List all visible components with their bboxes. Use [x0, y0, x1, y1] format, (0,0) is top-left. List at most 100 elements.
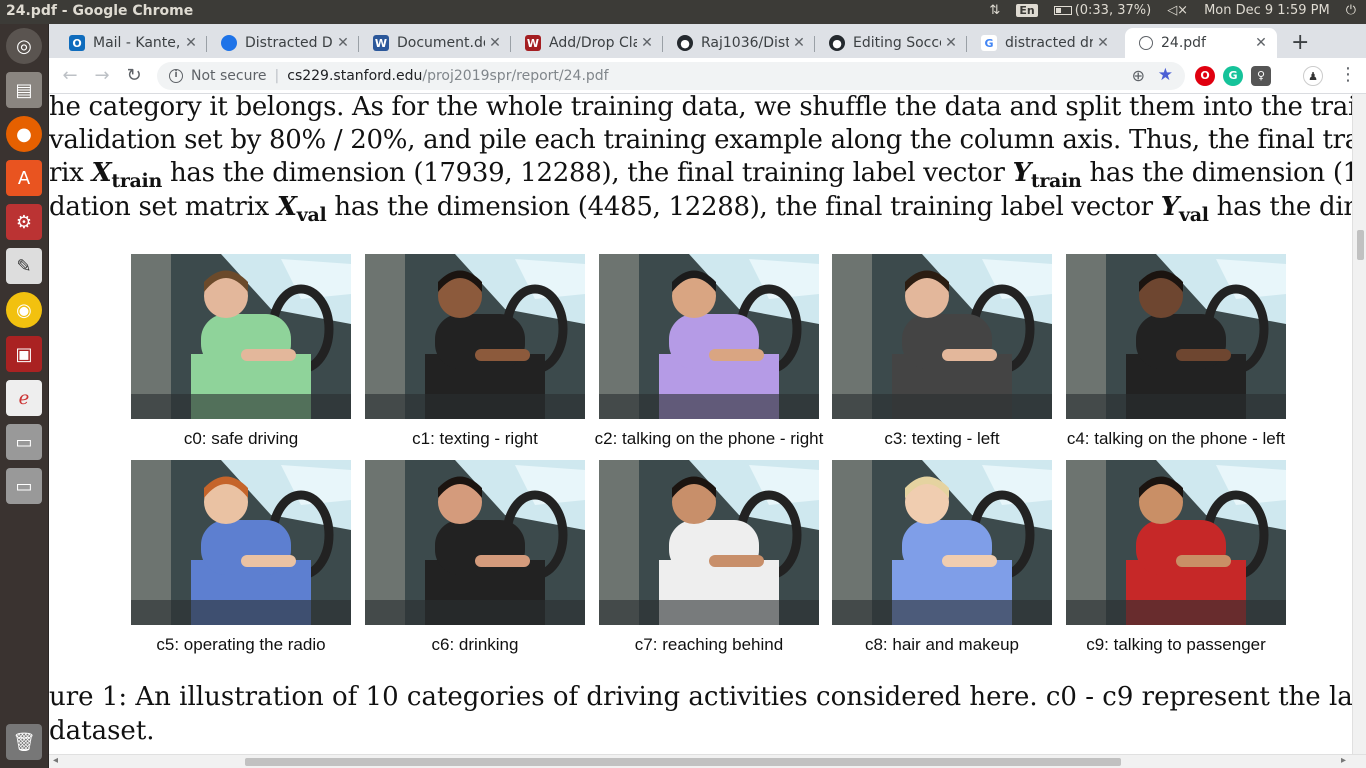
tab-distracted-driver[interactable]: Distracted Dr ✕ — [207, 28, 359, 58]
figure-label-c1: c1: texting - right — [412, 429, 538, 448]
scroll-right-arrow-icon[interactable]: ▸ — [1341, 755, 1346, 766]
profile-avatar-icon[interactable]: ♟ — [1303, 66, 1323, 86]
close-icon[interactable]: ✕ — [333, 35, 353, 51]
window-title: 24.pdf - Google Chrome — [6, 3, 194, 19]
settings-icon[interactable]: ⚙ — [6, 204, 42, 240]
figure-label-c8: c8: hair and makeup — [864, 635, 1020, 654]
adblock-icon[interactable]: O — [1195, 66, 1215, 86]
battery-text: (0:33, 37%) — [1074, 3, 1152, 18]
bookmark-star-icon[interactable]: ★ — [1158, 65, 1173, 85]
figure-image-c6 — [365, 460, 585, 625]
divider: | — [274, 68, 280, 84]
figure-label-c4: c4: talking on the phone - left — [1066, 429, 1286, 448]
pdf-viewer[interactable]: he category it belongs. As for the whole… — [49, 94, 1352, 754]
w-icon: W — [525, 35, 541, 51]
google-icon: G — [981, 35, 997, 51]
close-icon[interactable]: ✕ — [941, 35, 961, 51]
figure-label-c6: c6: drinking — [431, 635, 519, 654]
scroll-thumb[interactable] — [245, 758, 1121, 766]
tab-document[interactable]: W Document.do ✕ — [359, 28, 511, 58]
tab-label: Distracted Dr — [245, 35, 333, 51]
close-icon[interactable]: ✕ — [1093, 35, 1113, 51]
figure-image-c0 — [131, 254, 351, 419]
address-bar[interactable]: i Not secure | cs229.stanford.edu/proj20… — [157, 62, 1185, 90]
battery-indicator[interactable]: (0:33, 37%) — [1053, 3, 1152, 18]
figure-image-c9 — [1066, 460, 1286, 625]
globe-icon — [1139, 36, 1153, 50]
ubuntu-dash-icon[interactable]: ◎ — [6, 28, 42, 64]
browser-toolbar: ← → ↻ i Not secure | cs229.stanford.edu /… — [49, 58, 1366, 94]
forward-arrow-icon[interactable]: → — [90, 64, 114, 88]
launcher: ◎ ▤ ● A ⚙ ✎ ◉ ▣ ℯ ▭ ▭ 🗑 — [0, 24, 49, 768]
pdf-viewer-icon[interactable]: ℯ — [6, 380, 42, 416]
pdf-text-line: he category it belongs. As for the whole… — [49, 94, 1352, 122]
url-path: /proj2019spr/report/24.pdf — [422, 68, 609, 84]
figure-image-c8 — [832, 460, 1052, 625]
terminal-icon[interactable]: ▣ — [6, 336, 42, 372]
system-tray: ⇅ En (0:33, 37%) ◁× Mon Dec 9 1:59 PM ⏻ — [989, 3, 1356, 18]
figure-label-c7: c7: reaching behind — [634, 635, 784, 654]
close-icon[interactable]: ✕ — [1251, 35, 1271, 51]
grammarly-icon[interactable]: G — [1223, 66, 1243, 86]
tab-label: Mail - Kante, — [93, 35, 181, 51]
battery-icon — [1053, 6, 1072, 15]
figure-image-c5 — [131, 460, 351, 625]
pdf-text-line: rix Xtrain has the dimension (17939, 122… — [49, 158, 1352, 193]
trash-icon[interactable]: 🗑 — [6, 724, 42, 760]
new-tab-button[interactable]: + — [1291, 30, 1309, 55]
tab-github-editing[interactable]: ● Editing Socce ✕ — [815, 28, 967, 58]
reload-icon[interactable]: ↻ — [122, 64, 146, 88]
power-icon[interactable]: ⏻ — [1346, 3, 1356, 18]
figure-label-c9: c9: talking to passenger — [1086, 635, 1266, 654]
tab-strip: O Mail - Kante, ✕ Distracted Dr ✕ W Docu… — [49, 24, 1366, 58]
scroll-thumb[interactable] — [1357, 230, 1364, 260]
close-icon[interactable]: ✕ — [181, 35, 201, 51]
tab-24-pdf[interactable]: 24.pdf ✕ — [1125, 28, 1277, 58]
figure-label-c2: c2: talking on the phone - right — [594, 429, 824, 448]
chrome-icon[interactable]: ◉ — [6, 292, 42, 328]
firefox-icon[interactable]: ● — [6, 116, 42, 152]
info-icon[interactable]: i — [169, 69, 183, 83]
menu-dots-icon[interactable]: ⋮ — [1339, 64, 1357, 85]
scroll-left-arrow-icon[interactable]: ◂ — [53, 755, 58, 766]
tab-label: Document.do — [397, 35, 485, 51]
tab-label: Editing Socce — [853, 35, 941, 51]
url-host: cs229.stanford.edu — [287, 68, 423, 84]
drive-icon[interactable]: ▭ — [6, 424, 42, 460]
network-icon[interactable]: ⇅ — [989, 3, 1000, 18]
extension-icon[interactable]: ♀ — [1251, 66, 1271, 86]
tab-github-raj[interactable]: ● Raj1036/Dist ✕ — [663, 28, 815, 58]
figure-label-c3: c3: texting - left — [884, 429, 1000, 448]
text-editor-icon[interactable]: ✎ — [6, 248, 42, 284]
software-center-icon[interactable]: A — [6, 160, 42, 196]
tab-add-drop[interactable]: W Add/Drop Cla ✕ — [511, 28, 663, 58]
volume-icon[interactable]: ◁× — [1167, 3, 1188, 18]
vertical-scrollbar[interactable] — [1352, 94, 1366, 754]
close-icon[interactable]: ✕ — [485, 35, 505, 51]
figure-image-c1 — [365, 254, 585, 419]
github-icon: ● — [677, 35, 693, 51]
tab-mail[interactable]: O Mail - Kante, ✕ — [55, 28, 207, 58]
figure-image-c2 — [599, 254, 819, 419]
figure-caption-line: ure 1: An illustration of 10 categories … — [49, 682, 1352, 712]
files-icon[interactable]: ▤ — [6, 72, 42, 108]
figure-image-c7 — [599, 460, 819, 625]
tab-label: distracted dr — [1005, 35, 1093, 51]
close-icon[interactable]: ✕ — [789, 35, 809, 51]
clock[interactable]: Mon Dec 9 1:59 PM — [1204, 3, 1330, 18]
drive-icon-2[interactable]: ▭ — [6, 468, 42, 504]
pdf-text-line: validation set by 80% / 20%, and pile ea… — [49, 125, 1352, 155]
word-icon: W — [373, 35, 389, 51]
tab-label: Add/Drop Cla — [549, 35, 637, 51]
zoom-icon[interactable]: ⊕ — [1132, 66, 1145, 85]
back-arrow-icon[interactable]: ← — [58, 64, 82, 88]
keyboard-lang-icon[interactable]: En — [1016, 4, 1038, 17]
github-icon: ● — [829, 35, 845, 51]
outlook-icon: O — [69, 35, 85, 51]
tab-google-search[interactable]: G distracted dr ✕ — [967, 28, 1119, 58]
security-label: Not secure — [191, 68, 267, 84]
figure-label-c5: c5: operating the radio — [156, 635, 326, 654]
close-icon[interactable]: ✕ — [637, 35, 657, 51]
pdf-text-line: dation set matrix Xval has the dimension… — [49, 192, 1352, 227]
horizontal-scrollbar[interactable]: ◂ ▸ — [49, 754, 1366, 768]
